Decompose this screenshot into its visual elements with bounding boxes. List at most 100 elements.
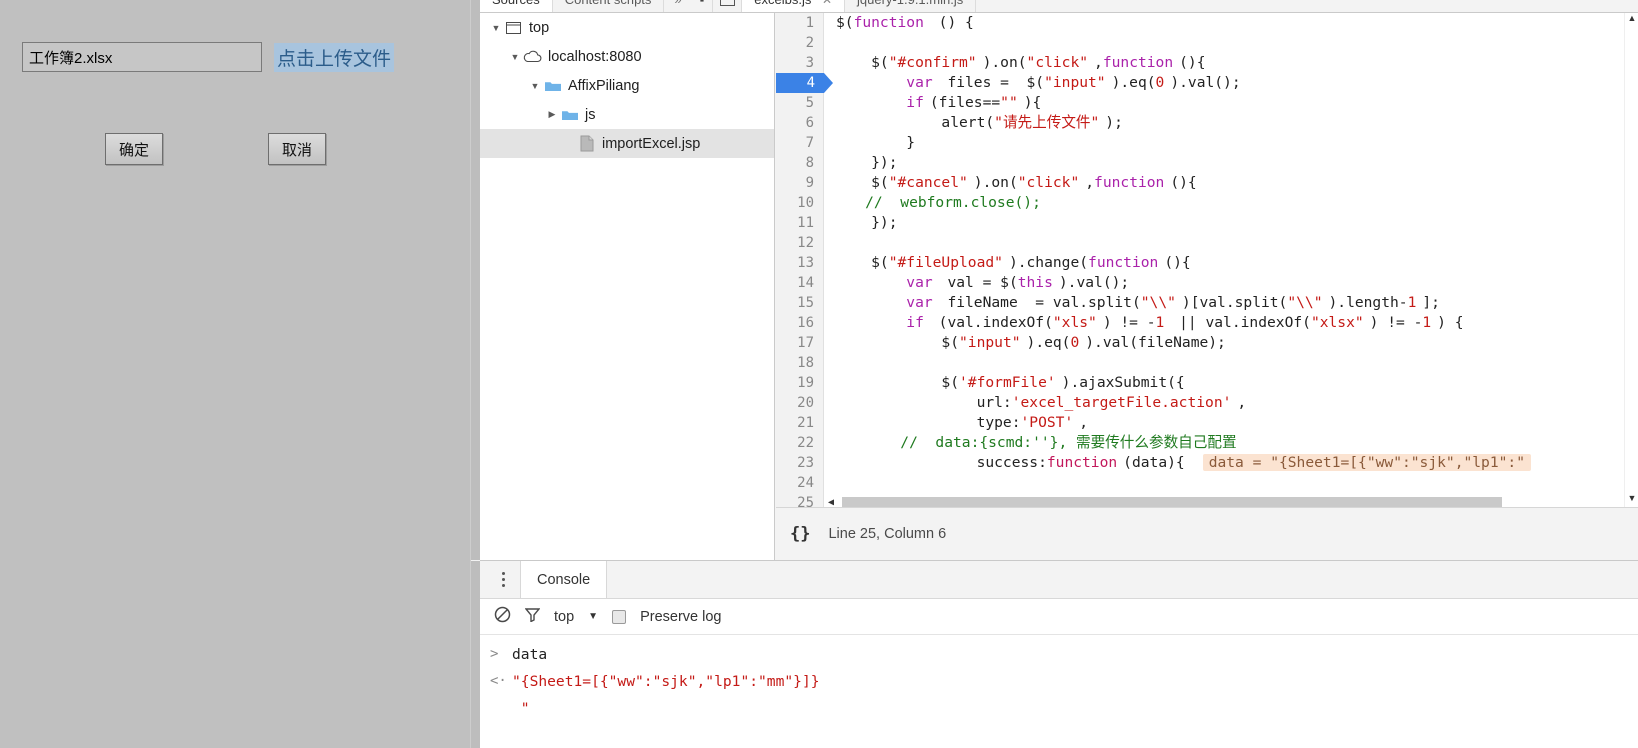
line-number[interactable]: 12 (776, 233, 824, 253)
code-line[interactable]: 19 $('#formFile').ajaxSubmit({ (776, 373, 1638, 393)
code-token: , (1094, 54, 1103, 71)
line-number[interactable]: 22 (776, 433, 824, 453)
filename-input[interactable] (22, 42, 262, 72)
cancel-button[interactable]: 取消 (268, 133, 326, 165)
tabs-overflow-icon[interactable]: » (664, 0, 691, 12)
chevron-down-icon[interactable]: ▼ (488, 23, 504, 33)
drawer-tab-console[interactable]: Console (520, 561, 608, 598)
chevron-down-icon[interactable]: ▼ (588, 611, 598, 622)
code-line[interactable]: 1 $(function () { (776, 13, 1638, 33)
tree-item-importexcel-jsp[interactable]: importExcel.jsp (480, 129, 774, 158)
code-line-text: url:'excel_targetFile.action', (824, 393, 1247, 413)
code-line[interactable]: 17 $("input").eq(0).val(fileName); (776, 333, 1638, 353)
clear-console-icon[interactable] (494, 606, 511, 628)
upload-file-link[interactable]: 点击上传文件 (274, 42, 395, 72)
code-line[interactable]: 9 $("#cancel").on("click" ,function (){ (776, 173, 1638, 193)
code-token: 0 (1070, 334, 1080, 351)
code-line[interactable]: 5 if (files==""){ (776, 93, 1638, 113)
line-number[interactable]: 11 (776, 213, 824, 233)
chevron-down-icon[interactable]: ▼ (507, 52, 523, 62)
line-number[interactable]: 20 (776, 393, 824, 413)
code-line[interactable]: 14 var val = $(this).val(); (776, 273, 1638, 293)
code-line[interactable]: 3 $("#confirm").on("click" ,function (){ (776, 53, 1638, 73)
code-line[interactable]: 23 success:function (data){data = "{Sheet… (776, 453, 1638, 473)
line-number[interactable]: 24 (776, 473, 824, 493)
chevron-down-icon[interactable]: ▼ (527, 81, 543, 91)
code-line[interactable]: 11 }); (776, 213, 1638, 233)
cursor-position-label: Line 25, Column 6 (828, 526, 947, 542)
hscroll-thumb[interactable] (842, 496, 1502, 507)
tree-item-localhost[interactable]: ▼ localhost:8080 (480, 42, 774, 71)
code-line[interactable]: 6 alert("请先上传文件"); (776, 113, 1638, 133)
line-number[interactable]: 5 (776, 93, 824, 113)
line-number[interactable]: 18 (776, 353, 824, 373)
code-line[interactable]: 15 var fileName = val.split("\\")[val.sp… (776, 293, 1638, 313)
code-token: (){ (1179, 54, 1206, 71)
more-vertical-icon[interactable] (486, 561, 520, 599)
code-line[interactable]: 21 type:'POST', (776, 413, 1638, 433)
line-number[interactable]: 15 (776, 293, 824, 313)
code-line[interactable]: 16 if (val.indexOf("xls") != -1 || val.i… (776, 313, 1638, 333)
line-number[interactable]: 8 (776, 153, 824, 173)
tree-item-top[interactable]: ▼ top (480, 13, 774, 42)
tree-item-js[interactable]: ▶ js (480, 100, 774, 129)
drawer-left-gutter (471, 561, 480, 748)
line-number[interactable]: 1 (776, 13, 824, 33)
confirm-button[interactable]: 确定 (105, 133, 163, 165)
code-line[interactable]: 22 // data:{scmd:''}, 需要传什么参数自己配置 (776, 433, 1638, 453)
close-icon[interactable]: ✕ (822, 0, 832, 7)
file-tab-jquery[interactable]: jquery-1.9.1.min.js (845, 0, 977, 12)
line-number[interactable]: 19 (776, 373, 824, 393)
line-number[interactable]: 23 (776, 453, 824, 473)
code-line[interactable]: 18 (776, 353, 1638, 373)
line-number[interactable]: 9 (776, 173, 824, 193)
line-number[interactable]: 6 (776, 113, 824, 133)
code-line[interactable]: 12 (776, 233, 1638, 253)
code-token: ) { (1437, 314, 1464, 331)
tabs-dot-icon[interactable]: ▪ (692, 0, 713, 12)
chevron-right-icon[interactable]: ▶ (544, 109, 560, 120)
line-number[interactable]: 10 (776, 193, 824, 213)
line-number[interactable]: 7 (776, 133, 824, 153)
file-tab-excelbs[interactable]: excelbs.js ✕ (742, 0, 846, 12)
console-context-select[interactable]: top (554, 609, 574, 625)
scroll-down-icon[interactable]: ▼ (1625, 493, 1638, 507)
show-navigator-icon[interactable] (712, 0, 743, 12)
code-line[interactable]: 4 var files = $("input").eq(0).val(); (776, 73, 1638, 93)
code-token: (){ (1164, 254, 1191, 271)
code-lines-container[interactable]: 1 $(function () {2 3 $("#confirm").on("cli… (776, 13, 1638, 507)
line-number[interactable]: 3 (776, 53, 824, 73)
code-token: var (906, 74, 933, 91)
preserve-log-checkbox[interactable] (612, 609, 627, 624)
hscroll-track[interactable] (838, 496, 1624, 507)
code-line[interactable]: 10 // webform.close(); (776, 193, 1638, 213)
editor-vertical-scrollbar[interactable]: ▲ ▼ (1624, 13, 1638, 507)
code-line[interactable]: 8 }); (776, 153, 1638, 173)
tab-sources[interactable]: Sources (480, 0, 553, 12)
code-token: files = $( (938, 74, 1045, 91)
code-line[interactable]: 20 url:'excel_targetFile.action', (776, 393, 1638, 413)
code-line[interactable]: 7 } (776, 133, 1638, 153)
filter-icon[interactable] (524, 607, 541, 627)
code-line[interactable]: 25◀▶ (776, 493, 1638, 507)
devtools-window: Sources Content scripts » ▪ excelbs.js ✕… (470, 0, 1638, 748)
line-number[interactable]: 17 (776, 333, 824, 353)
scroll-left-icon[interactable]: ◀ (824, 493, 838, 507)
editor-horizontal-scrollbar[interactable]: ◀▶ (824, 496, 1638, 507)
code-token: ).val(); (1170, 74, 1241, 91)
scroll-up-icon[interactable]: ▲ (1625, 13, 1638, 27)
line-number[interactable]: 21 (776, 413, 824, 433)
line-number[interactable]: 14 (776, 273, 824, 293)
line-number[interactable]: 4 (776, 73, 833, 93)
pretty-print-icon[interactable]: {} (790, 524, 810, 544)
tree-item-affixpiliang[interactable]: ▼ AffixPiliang (480, 71, 774, 100)
line-number[interactable]: 2 (776, 33, 824, 53)
tab-content-scripts[interactable]: Content scripts (553, 0, 665, 12)
code-line[interactable]: 13 $("#fileUpload").change(function (){ (776, 253, 1638, 273)
line-number[interactable]: 16 (776, 313, 824, 333)
code-line[interactable]: 2 (776, 33, 1638, 53)
line-number[interactable]: 25 (776, 493, 824, 507)
code-line[interactable]: 24 (776, 473, 1638, 493)
line-number[interactable]: 13 (776, 253, 824, 273)
code-token: // webform.close(); (830, 194, 1041, 211)
